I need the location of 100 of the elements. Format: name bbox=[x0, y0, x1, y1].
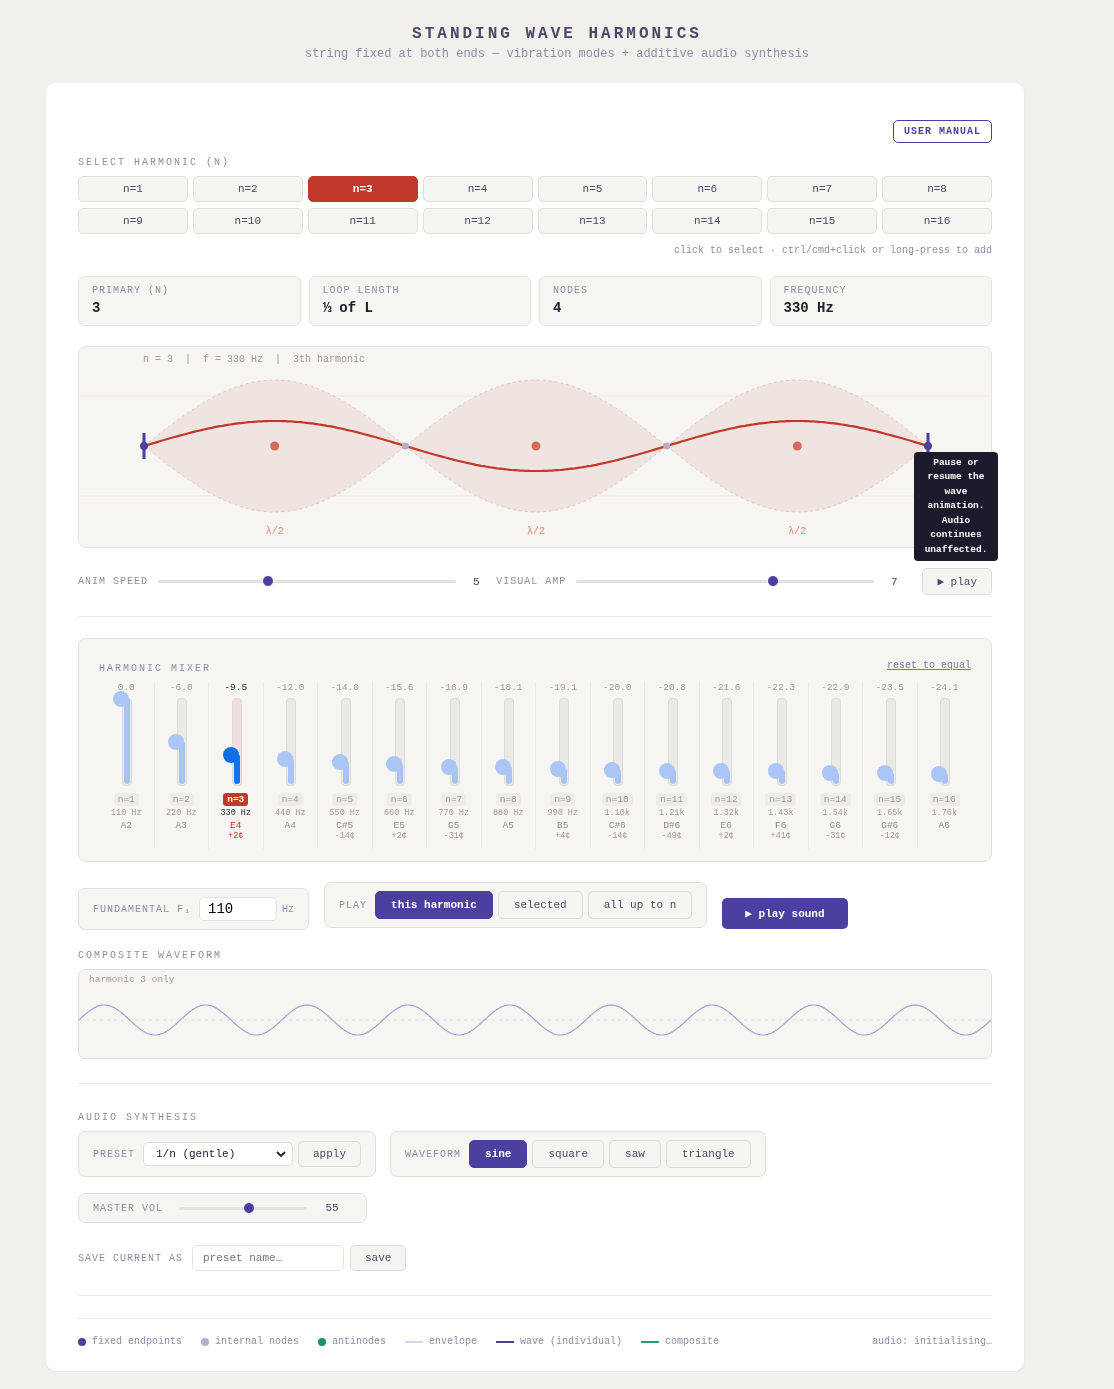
harmonic-button[interactable]: n=1 bbox=[78, 176, 188, 202]
fader-thumb[interactable] bbox=[931, 765, 948, 782]
legend-label: fixed endpoints bbox=[92, 1336, 182, 1347]
play-mode-button[interactable]: this harmonic bbox=[375, 891, 493, 919]
harmonic-button[interactable]: n=6 bbox=[652, 176, 763, 202]
hint-text: click to select · ctrl/cmd+click or long-press to add bbox=[672, 245, 992, 256]
harmonic-badge: n=8 bbox=[495, 793, 521, 806]
frequency-text: 660 Hz bbox=[383, 808, 415, 818]
fader-thumb[interactable] bbox=[658, 763, 675, 780]
preset-name-field[interactable]: preset name… bbox=[192, 1245, 344, 1271]
fundamental-field[interactable]: 110 bbox=[199, 897, 277, 921]
cents-offset: -49¢ bbox=[661, 831, 682, 841]
play-mode-button[interactable]: selected bbox=[497, 891, 583, 919]
stat-value: 330 Hz bbox=[783, 300, 835, 316]
harmonic-button[interactable]: n=2 bbox=[192, 176, 303, 202]
play-mode-button[interactable]: all up to n bbox=[587, 891, 693, 919]
legend-label: envelope bbox=[429, 1336, 478, 1347]
field-label: SAVE CURRENT AS bbox=[78, 1252, 183, 1264]
harmonic-button[interactable]: n=8 bbox=[882, 176, 992, 202]
page-title: STANDING WAVE HARMONICS bbox=[411, 24, 703, 44]
slider[interactable] bbox=[576, 575, 875, 588]
note-name: A2 bbox=[120, 820, 132, 831]
cents-offset: -31¢ bbox=[443, 831, 464, 841]
harmonic-button[interactable]: n=3 bbox=[307, 176, 418, 202]
slider[interactable] bbox=[179, 1202, 307, 1214]
play-sound-button[interactable]: ▶ play sound bbox=[722, 898, 848, 929]
fader-thumb[interactable] bbox=[440, 758, 457, 775]
antinode-dot bbox=[270, 441, 280, 451]
fader-thumb[interactable] bbox=[495, 758, 512, 775]
frequency-text: 1.65k bbox=[877, 808, 903, 818]
cents-offset: +2¢ bbox=[391, 831, 407, 841]
harmonic-button[interactable]: n=16 bbox=[882, 208, 992, 234]
unit-label: Hz bbox=[282, 903, 295, 915]
waveform-button[interactable]: sine bbox=[469, 1140, 528, 1168]
save-button[interactable]: save bbox=[350, 1245, 407, 1271]
db-value: -6.0 bbox=[169, 682, 193, 693]
harmonic-button[interactable]: n=4 bbox=[422, 176, 533, 202]
waveform-button[interactable]: saw bbox=[609, 1140, 661, 1168]
apply-button[interactable]: apply bbox=[298, 1141, 362, 1167]
fader-thumb[interactable] bbox=[168, 734, 185, 750]
play-button[interactable]: ▶ play bbox=[922, 568, 992, 595]
fader-thumb[interactable] bbox=[767, 763, 784, 780]
field-label: MASTER VOL bbox=[93, 1202, 163, 1214]
harmonic-button[interactable]: n=15 bbox=[767, 208, 878, 234]
harmonic-button[interactable]: n=7 bbox=[767, 176, 878, 202]
fader-thumb[interactable] bbox=[549, 760, 566, 777]
db-value: -16.9 bbox=[439, 682, 468, 693]
fader-thumb[interactable] bbox=[822, 764, 839, 781]
endpoint-marker bbox=[140, 433, 148, 459]
waveform-button[interactable]: square bbox=[532, 1140, 605, 1168]
note-name: C#6 bbox=[608, 820, 626, 831]
slider[interactable] bbox=[158, 575, 457, 588]
cents-offset: -31¢ bbox=[825, 831, 846, 841]
frequency-text: 1.54k bbox=[822, 808, 848, 818]
harmonic-button[interactable]: n=13 bbox=[537, 208, 648, 234]
stat-label: FREQUENCY bbox=[783, 285, 848, 296]
harmonic-button[interactable]: n=5 bbox=[537, 176, 648, 202]
harmonic-button[interactable]: n=12 bbox=[422, 208, 533, 234]
harmonic-badge: n=4 bbox=[277, 793, 303, 806]
slider-thumb[interactable] bbox=[243, 1201, 256, 1214]
harmonic-button[interactable]: n=14 bbox=[652, 208, 763, 234]
fader-thumb[interactable] bbox=[713, 763, 730, 780]
fader-thumb[interactable] bbox=[113, 691, 130, 707]
reset-link[interactable]: reset to equal bbox=[887, 660, 971, 671]
harmonic-badge: n=6 bbox=[386, 793, 412, 806]
waveform-button[interactable]: triangle bbox=[665, 1140, 751, 1168]
legend-label: antinodes bbox=[332, 1336, 387, 1347]
harmonic-badge: n=2 bbox=[168, 793, 194, 806]
harmonic-button[interactable]: n=9 bbox=[78, 208, 188, 234]
harmonic-badge: n=7 bbox=[441, 793, 467, 806]
db-value: -14.0 bbox=[330, 682, 359, 693]
note-name: G6 bbox=[829, 820, 841, 831]
frequency-text: 770 Hz bbox=[438, 808, 470, 818]
preset-dropdown[interactable]: 1/n (gentle) bbox=[143, 1142, 293, 1166]
antinode-dot bbox=[531, 441, 541, 451]
note-name: A3 bbox=[175, 820, 187, 831]
frequency-text: 880 Hz bbox=[492, 808, 524, 818]
fader-thumb[interactable] bbox=[604, 762, 621, 779]
fader-thumb[interactable] bbox=[222, 746, 239, 763]
slider-thumb[interactable] bbox=[767, 575, 779, 587]
harmonic-button[interactable]: n=10 bbox=[192, 208, 303, 234]
db-value: -15.6 bbox=[385, 682, 414, 693]
frequency-text: 1.21k bbox=[659, 808, 685, 818]
user-manual-button[interactable]: USER MANUAL bbox=[893, 120, 992, 143]
frequency-text: 1.32k bbox=[713, 808, 739, 818]
chevron-down-icon bbox=[276, 1150, 286, 1158]
fader-thumb[interactable] bbox=[876, 764, 893, 781]
field-label: PRESET bbox=[93, 1148, 135, 1160]
fader-thumb[interactable] bbox=[386, 756, 403, 773]
harmonic-button[interactable]: n=11 bbox=[307, 208, 418, 234]
harmonic-badge: n=13 bbox=[765, 793, 797, 806]
stat-value: ⅓ of L bbox=[322, 300, 374, 316]
legend-label: wave (individual) bbox=[520, 1336, 623, 1347]
node-dot bbox=[401, 442, 409, 450]
slider-thumb[interactable] bbox=[262, 575, 275, 587]
stat-value: 4 bbox=[553, 300, 563, 316]
db-value: -19.1 bbox=[548, 682, 577, 693]
fader-thumb[interactable] bbox=[331, 753, 348, 770]
field-label: WAVEFORM bbox=[405, 1148, 462, 1160]
fader-thumb[interactable] bbox=[277, 751, 294, 768]
